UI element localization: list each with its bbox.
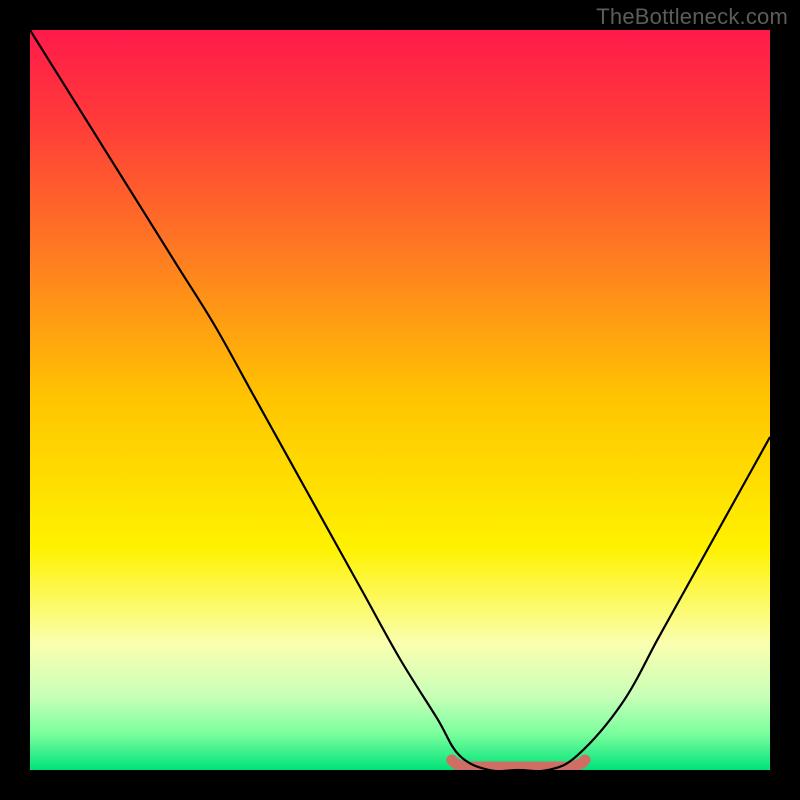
watermark-text: TheBottleneck.com bbox=[596, 4, 788, 30]
chart-background-gradient bbox=[30, 30, 770, 770]
chart-area bbox=[30, 30, 770, 770]
